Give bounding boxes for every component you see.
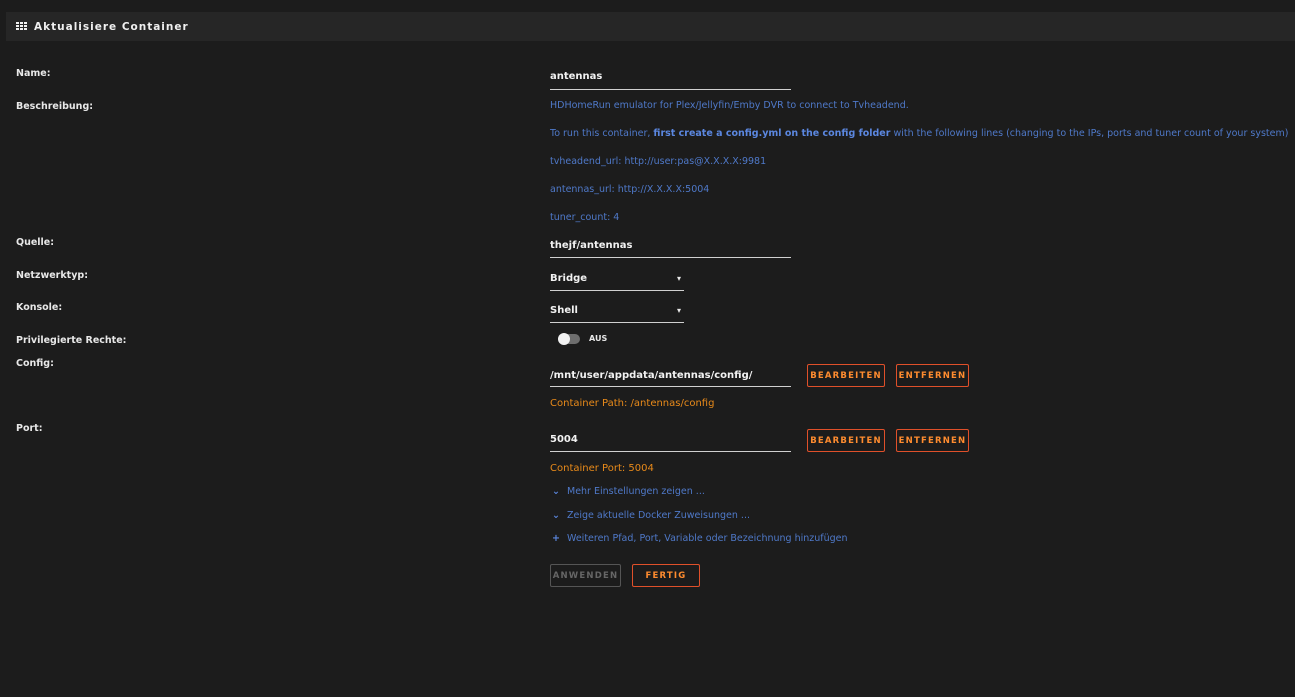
show-docker-allocations-link[interactable]: ⌄ Zeige aktuelle Docker Zuweisungen ...: [552, 510, 750, 521]
chevron-down-icon: ⌄: [552, 510, 560, 521]
console-label: Konsole:: [16, 302, 63, 313]
add-path-label: Weiteren Pfad, Port, Variable oder Bezei…: [567, 533, 848, 544]
port-remove-button[interactable]: ENTFERNEN: [896, 429, 969, 452]
port-edit-button[interactable]: BEARBEITEN: [807, 429, 885, 452]
more-settings-label: Mehr Einstellungen zeigen ...: [567, 486, 705, 497]
source-input[interactable]: thejf/antennas: [550, 240, 632, 251]
description-line: To run this container, first create a co…: [550, 128, 1289, 139]
console-select-underline: [550, 322, 684, 323]
plus-icon: +: [552, 533, 560, 544]
toggle-knob: [558, 333, 570, 345]
privileged-label: Privilegierte Rechte:: [16, 335, 127, 346]
description-line: tvheadend_url: http://user:pas@X.X.X.X:9…: [550, 156, 767, 167]
name-input[interactable]: antennas: [550, 71, 602, 82]
port-input[interactable]: 5004: [550, 434, 578, 445]
more-settings-link[interactable]: ⌄ Mehr Einstellungen zeigen ...: [552, 486, 705, 497]
name-label: Name:: [16, 68, 51, 79]
description-line: antennas_url: http://X.X.X.X:5004: [550, 184, 710, 195]
name-input-underline: [550, 89, 791, 90]
network-select[interactable]: Bridge: [550, 273, 587, 284]
grid-icon: [16, 22, 27, 31]
apply-button[interactable]: ANWENDEN: [550, 564, 621, 587]
network-select-underline: [550, 290, 684, 291]
add-path-link[interactable]: + Weiteren Pfad, Port, Variable oder Bez…: [552, 533, 848, 544]
console-select[interactable]: Shell: [550, 305, 578, 316]
chevron-down-icon[interactable]: ▾: [677, 274, 681, 283]
panel-header: Aktualisiere Container: [6, 12, 1295, 41]
privileged-toggle[interactable]: [558, 333, 580, 345]
config-input[interactable]: /mnt/user/appdata/antennas/config/: [550, 370, 752, 381]
network-label: Netzwerktyp:: [16, 270, 89, 281]
port-label: Port:: [16, 423, 43, 434]
description-line: tuner_count: 4: [550, 212, 620, 223]
port-input-underline: [550, 451, 791, 452]
description-label: Beschreibung:: [16, 101, 94, 112]
port-container-port: Container Port: 5004: [550, 463, 654, 474]
done-button[interactable]: FERTIG: [632, 564, 700, 587]
config-container-path: Container Path: /antennas/config: [550, 398, 715, 409]
config-edit-button[interactable]: BEARBEITEN: [807, 364, 885, 387]
chevron-down-icon: ⌄: [552, 486, 560, 497]
chevron-down-icon[interactable]: ▾: [677, 306, 681, 315]
show-docker-allocations-label: Zeige aktuelle Docker Zuweisungen ...: [567, 510, 750, 521]
config-remove-button[interactable]: ENTFERNEN: [896, 364, 969, 387]
source-label: Quelle:: [16, 237, 55, 248]
description-line: HDHomeRun emulator for Plex/Jellyfin/Emb…: [550, 100, 909, 111]
page-title: Aktualisiere Container: [34, 20, 189, 33]
config-input-underline: [550, 386, 791, 387]
source-input-underline: [550, 257, 791, 258]
config-label: Config:: [16, 358, 54, 369]
privileged-state: AUS: [589, 334, 608, 343]
